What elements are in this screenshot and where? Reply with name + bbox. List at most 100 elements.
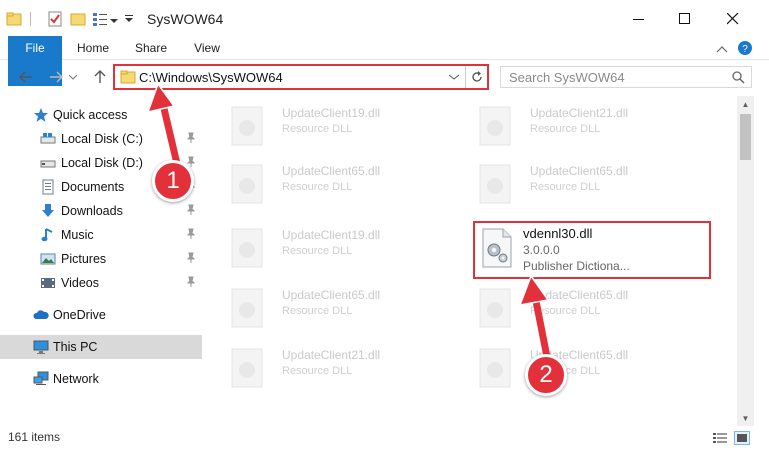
dll-file-icon bbox=[478, 288, 514, 333]
star-icon bbox=[33, 107, 49, 123]
sidebar-item-music[interactable]: Music bbox=[0, 223, 202, 247]
recent-locations-button[interactable] bbox=[66, 66, 80, 88]
computer-icon bbox=[33, 339, 49, 355]
new-folder-icon[interactable] bbox=[70, 11, 86, 30]
download-arrow-icon bbox=[40, 203, 56, 219]
back-button[interactable] bbox=[14, 66, 38, 88]
up-arrow-icon bbox=[94, 70, 106, 83]
scroll-thumb[interactable] bbox=[740, 114, 751, 160]
sidebar-item-videos[interactable]: Videos bbox=[0, 271, 202, 295]
sidebar-item-quick-access[interactable]: Quick access bbox=[0, 103, 202, 127]
file-type: Resource DLL bbox=[282, 365, 353, 377]
sidebar-item-label: Music bbox=[61, 228, 94, 242]
search-input[interactable]: Search SysWOW64 bbox=[509, 70, 625, 85]
dll-file-icon bbox=[478, 164, 514, 209]
large-icons-view-icon[interactable] bbox=[734, 431, 750, 445]
network-icon bbox=[33, 371, 49, 387]
file-item[interactable]: UpdateClient21.dll Resource DLL bbox=[222, 344, 452, 394]
file-type: Resource DLL bbox=[282, 245, 353, 257]
videos-icon bbox=[40, 275, 56, 291]
tab-home[interactable]: Home bbox=[68, 36, 118, 60]
sidebar-item-label: Downloads bbox=[61, 204, 123, 218]
file-type: Resource DLL bbox=[282, 123, 353, 135]
file-item[interactable]: UpdateClient21.dll Resource DLL bbox=[470, 102, 700, 152]
dll-file-icon bbox=[230, 164, 266, 209]
file-type: Resource DLL bbox=[530, 181, 601, 193]
music-note-icon bbox=[40, 227, 56, 243]
pin-icon bbox=[186, 276, 196, 291]
file-item[interactable]: UpdateClient19.dll Resource DLL bbox=[222, 224, 452, 274]
folder-icon bbox=[120, 69, 136, 88]
view-list-icon[interactable] bbox=[92, 11, 108, 30]
address-bar[interactable]: C:\Windows\SysWOW64 bbox=[113, 64, 489, 90]
maximize-button[interactable] bbox=[662, 0, 708, 38]
expand-ribbon-icon[interactable] bbox=[716, 43, 728, 57]
sidebar-item-onedrive[interactable]: OneDrive bbox=[0, 303, 202, 327]
sidebar-item-label: Quick access bbox=[53, 108, 128, 122]
dll-file-icon bbox=[230, 106, 266, 151]
close-button[interactable] bbox=[710, 0, 756, 38]
sidebar-item-label: Local Disk (C:) bbox=[61, 132, 143, 146]
step-1-badge: 1 bbox=[152, 160, 194, 202]
sidebar-item-label: OneDrive bbox=[53, 308, 106, 322]
help-icon[interactable]: ? bbox=[737, 40, 753, 59]
dll-file-icon bbox=[478, 348, 514, 393]
file-item[interactable]: UpdateClient19.dll Resource DLL bbox=[222, 102, 452, 152]
sidebar-item-downloads[interactable]: Downloads bbox=[0, 199, 202, 223]
file-item[interactable]: UpdateClient65.dll Resource DLL bbox=[222, 284, 452, 334]
sidebar-item-network[interactable]: Network bbox=[0, 367, 202, 391]
minimize-icon bbox=[633, 19, 644, 20]
drive-icon bbox=[40, 131, 56, 147]
refresh-icon bbox=[471, 71, 482, 82]
chevron-down-icon bbox=[449, 74, 459, 80]
step-2-badge: 2 bbox=[525, 354, 567, 396]
dll-file-icon bbox=[230, 288, 266, 333]
scroll-up-icon[interactable]: ▲ bbox=[737, 96, 754, 112]
vertical-scrollbar[interactable]: ▲ ▼ bbox=[737, 96, 754, 426]
file-item[interactable]: UpdateClient65.dll Resource DLL bbox=[470, 160, 700, 210]
title-bar: SysWOW64 bbox=[0, 0, 769, 38]
cloud-icon bbox=[33, 307, 49, 323]
file-item[interactable]: UpdateClient65.dll Resource DLL bbox=[222, 160, 452, 210]
up-button[interactable] bbox=[88, 66, 112, 88]
item-count: 161 items bbox=[8, 430, 61, 444]
dll-file-icon bbox=[230, 348, 266, 393]
search-box[interactable]: Search SysWOW64 bbox=[500, 66, 752, 88]
address-history-button[interactable] bbox=[445, 66, 463, 88]
tab-share[interactable]: Share bbox=[126, 36, 176, 60]
window-title: SysWOW64 bbox=[147, 11, 224, 27]
refresh-button[interactable] bbox=[465, 66, 487, 88]
sidebar-item-label: This PC bbox=[53, 340, 98, 354]
file-type: Resource DLL bbox=[282, 181, 353, 193]
chevron-down-icon[interactable] bbox=[110, 14, 118, 28]
file-name: UpdateClient65.dll bbox=[282, 164, 381, 178]
properties-checkmark-icon[interactable] bbox=[47, 11, 63, 30]
customize-toolbar-icon[interactable] bbox=[124, 13, 134, 27]
file-name: UpdateClient65.dll bbox=[530, 164, 629, 178]
details-view-icon[interactable] bbox=[712, 431, 728, 445]
file-item[interactable]: UpdateClient65.dll Resource DLL bbox=[470, 284, 700, 334]
sidebar-item-local-disk-c[interactable]: Local Disk (C:) bbox=[0, 127, 202, 151]
sidebar-item-label: Videos bbox=[61, 276, 99, 290]
file-name: UpdateClient65.dll bbox=[282, 288, 381, 302]
forward-button[interactable] bbox=[44, 66, 68, 88]
pictures-icon bbox=[40, 251, 56, 267]
file-type: Resource DLL bbox=[530, 305, 601, 317]
file-name: UpdateClient65.dll bbox=[530, 288, 629, 302]
dll-gear-file-icon bbox=[481, 228, 513, 271]
sidebar-item-pictures[interactable]: Pictures bbox=[0, 247, 202, 271]
file-item[interactable]: UpdateClient65.dll Resource DLL bbox=[470, 344, 700, 394]
sidebar-item-label: Pictures bbox=[61, 252, 107, 266]
search-icon[interactable] bbox=[732, 71, 745, 87]
sidebar-item-label: Documents bbox=[61, 180, 125, 194]
maximize-icon bbox=[679, 13, 690, 24]
scroll-down-icon[interactable]: ▼ bbox=[737, 410, 754, 426]
file-name: UpdateClient21.dll bbox=[282, 348, 381, 362]
ribbon-tabs: File Home Share View ? bbox=[0, 36, 769, 86]
sidebar-item-label: Network bbox=[53, 372, 99, 386]
sidebar-item-this-pc[interactable]: This PC bbox=[0, 335, 202, 359]
highlighted-file-item[interactable]: vdennl30.dll 3.0.0.0 Publisher Dictiona.… bbox=[473, 221, 711, 279]
address-path[interactable]: C:\Windows\SysWOW64 bbox=[139, 70, 283, 85]
minimize-button[interactable] bbox=[616, 0, 662, 38]
tab-view[interactable]: View bbox=[182, 36, 232, 60]
